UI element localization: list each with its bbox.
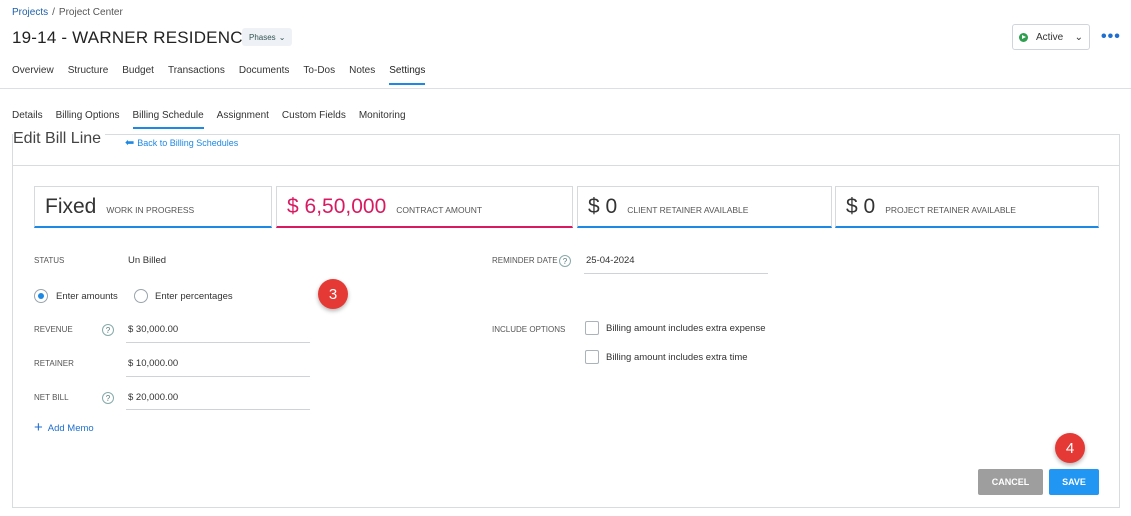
chevron-down-icon: ⌄ [278, 32, 286, 42]
add-memo-button[interactable]: + Add Memo [34, 419, 94, 436]
radio-icon [134, 289, 148, 303]
radio-enter-percentages[interactable]: Enter percentages [134, 289, 233, 303]
tab-assignment[interactable]: Assignment [217, 110, 269, 129]
chevron-down-icon: ⌄ [1074, 31, 1083, 43]
input-underline [126, 409, 310, 410]
card-value: $ 0 [588, 194, 618, 218]
tab-transactions[interactable]: Transactions [168, 65, 225, 85]
status-label: STATUS [34, 256, 65, 265]
breadcrumb-separator: / [52, 7, 55, 18]
net-bill-label: NET BILL [34, 393, 69, 402]
save-button[interactable]: SAVE [1049, 469, 1099, 495]
card-work-in-progress: Fixed WORK IN PROGRESS [34, 186, 272, 228]
arrow-left-icon: ⬅ [125, 137, 135, 149]
page-title: 19-14 - WARNER RESIDENCE [12, 28, 255, 47]
phases-label: Phases [249, 32, 276, 42]
add-memo-label: Add Memo [47, 422, 94, 434]
input-underline [126, 342, 310, 343]
tab-billing-options[interactable]: Billing Options [56, 110, 120, 129]
include-options-label: INCLUDE OPTIONS [492, 325, 566, 334]
checkbox-label: Billing amount includes extra time [606, 351, 748, 363]
card-project-retainer: $ 0 PROJECT RETAINER AVAILABLE [835, 186, 1099, 228]
card-value: $ 0 [846, 194, 876, 218]
input-underline [584, 273, 768, 274]
card-label: CONTRACT AMOUNT [396, 205, 483, 215]
tab-documents[interactable]: Documents [239, 65, 290, 85]
tab-todos[interactable]: To-Dos [303, 65, 335, 85]
radio-icon [34, 289, 48, 303]
reminder-date-input[interactable]: 25-04-2024 [586, 255, 635, 266]
net-bill-input[interactable]: $ 20,000.00 [128, 392, 178, 403]
breadcrumb: Projects / Project Center [12, 7, 123, 18]
tab-budget[interactable]: Budget [122, 65, 154, 85]
cancel-button[interactable]: CANCEL [978, 469, 1043, 495]
breadcrumb-current[interactable]: Project Center [59, 7, 123, 18]
checkbox-icon [585, 350, 599, 364]
more-options-icon[interactable]: ••• [1101, 29, 1121, 45]
phases-dropdown[interactable]: Phases ⌄ [242, 28, 293, 46]
play-status-icon [1019, 32, 1028, 42]
card-label: CLIENT RETAINER AVAILABLE [627, 205, 749, 215]
reminder-date-label: REMINDER DATE [492, 256, 558, 265]
revenue-input[interactable]: $ 30,000.00 [128, 324, 178, 335]
settings-tabs: Details Billing Options Billing Schedule… [12, 110, 406, 129]
tab-monitoring[interactable]: Monitoring [359, 110, 406, 129]
radio-enter-amounts[interactable]: Enter amounts [34, 289, 118, 303]
help-icon[interactable]: ? [102, 392, 114, 404]
status-select-value: Active [1036, 31, 1064, 43]
retainer-label: RETAINER [34, 359, 74, 368]
card-label: PROJECT RETAINER AVAILABLE [885, 205, 1016, 215]
radio-label: Enter percentages [155, 290, 233, 302]
status-value: Un Billed [128, 255, 167, 266]
card-value: $ 6,50,000 [287, 194, 387, 218]
tab-custom-fields[interactable]: Custom Fields [282, 110, 346, 129]
tab-notes[interactable]: Notes [349, 65, 375, 85]
tab-billing-schedule[interactable]: Billing Schedule [132, 110, 204, 129]
checkbox-extra-expense[interactable]: Billing amount includes extra expense [585, 321, 765, 335]
tab-structure[interactable]: Structure [68, 65, 109, 85]
card-client-retainer: $ 0 CLIENT RETAINER AVAILABLE [577, 186, 832, 228]
callout-badge-3: 3 [318, 279, 348, 309]
radio-label: Enter amounts [56, 290, 118, 302]
checkbox-icon [585, 321, 599, 335]
status-select[interactable]: Active ⌄ [1012, 24, 1090, 50]
callout-badge-4: 4 [1055, 433, 1085, 463]
main-tabs: Overview Structure Budget Transactions D… [12, 65, 426, 85]
edit-heading: Edit Bill Line [13, 130, 106, 148]
input-underline [126, 376, 310, 377]
plus-icon: + [34, 419, 43, 436]
tab-overview[interactable]: Overview [12, 65, 54, 85]
card-contract-amount: $ 6,50,000 CONTRACT AMOUNT [276, 186, 573, 228]
breadcrumb-projects[interactable]: Projects [12, 7, 48, 18]
retainer-input[interactable]: $ 10,000.00 [128, 358, 178, 369]
tab-details[interactable]: Details [12, 110, 43, 129]
help-icon[interactable]: ? [559, 255, 571, 267]
tab-settings[interactable]: Settings [389, 65, 426, 85]
card-value: Fixed [45, 194, 97, 218]
revenue-label: REVENUE [34, 325, 73, 334]
back-to-billing-schedules-link[interactable]: ⬅ Back to Billing Schedules [125, 136, 238, 149]
back-link-label: Back to Billing Schedules [137, 137, 239, 148]
checkbox-extra-time[interactable]: Billing amount includes extra time [585, 350, 748, 364]
checkbox-label: Billing amount includes extra expense [606, 322, 766, 334]
divider [0, 88, 1131, 89]
help-icon[interactable]: ? [102, 324, 114, 336]
card-label: WORK IN PROGRESS [106, 205, 195, 215]
